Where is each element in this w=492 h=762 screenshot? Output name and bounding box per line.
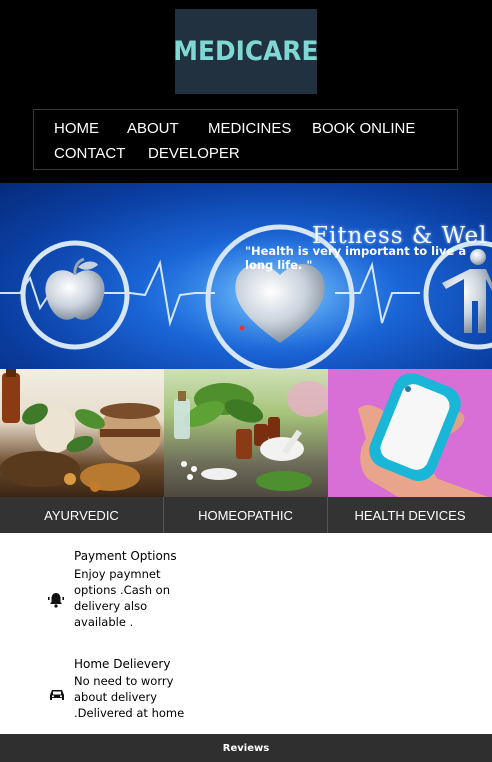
logo-text: MEDICARE <box>173 36 319 67</box>
main-nav: HOME ABOUT MEDICINES BOOK ONLINE CONTACT… <box>33 109 458 170</box>
category-grid: AYURVEDIC HOMEOPATHIC HEALTH DEVICES <box>0 369 492 533</box>
site-header: MEDICARE HOME ABOUT MEDICINES BOOK ONLIN… <box>0 0 492 183</box>
feature-text: Enjoy paymnet options .Cash on delivery … <box>74 567 171 629</box>
features-section: Payment Options Enjoy paymnet options .C… <box>0 533 492 734</box>
nav-medicines[interactable]: MEDICINES <box>208 120 291 138</box>
ayurvedic-image <box>0 369 164 497</box>
feature-text: No need to worry about delivery .Deliver… <box>74 674 185 720</box>
nav-about[interactable]: ABOUT <box>127 120 179 138</box>
site-logo[interactable]: MEDICARE <box>173 9 319 94</box>
health-illustration <box>0 223 492 369</box>
nav-home[interactable]: HOME <box>54 120 99 138</box>
feature-title: Home Delievery <box>74 657 171 671</box>
health-devices-image <box>328 369 492 497</box>
nav-developer[interactable]: DEVELOPER <box>148 145 240 163</box>
category-label: HOMEOPATHIC <box>164 497 328 533</box>
nav-book-online[interactable]: BOOK ONLINE <box>312 120 415 138</box>
car-icon <box>50 690 64 700</box>
bell-icon <box>48 593 64 608</box>
hero-banner: Fitness & Wel "Health is very important … <box>0 183 492 369</box>
banner-quote: "Health is very important to live a long… <box>245 244 467 272</box>
category-health-devices[interactable]: HEALTH DEVICES <box>328 369 492 533</box>
homeopathic-image <box>164 369 328 497</box>
nav-contact[interactable]: CONTACT <box>54 145 125 163</box>
apple-icon <box>45 257 105 320</box>
category-homeopathic[interactable]: HOMEOPATHIC <box>164 369 328 533</box>
reviews-label: Reviews <box>222 742 270 754</box>
reviews-bar[interactable]: Reviews <box>0 734 492 762</box>
feature-title: Payment Options <box>74 549 177 563</box>
category-ayurvedic[interactable]: AYURVEDIC <box>0 369 164 533</box>
category-label: AYURVEDIC <box>0 497 164 533</box>
category-label: HEALTH DEVICES <box>328 497 492 533</box>
